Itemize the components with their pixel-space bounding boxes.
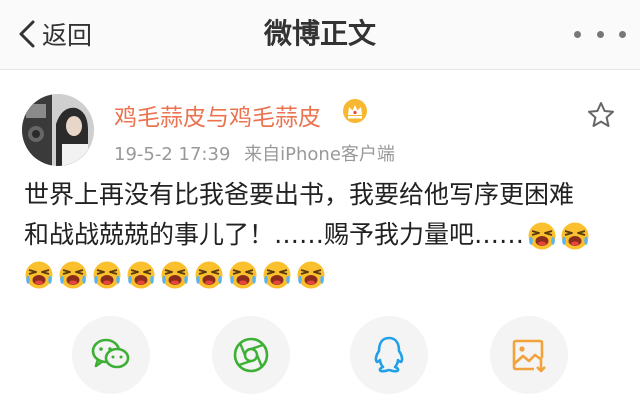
crying-laughing-emoji (195, 261, 223, 289)
crown-icon (343, 99, 367, 123)
post-timestamp: 19-5-2 17:39 (114, 144, 231, 165)
more-dots-icon (574, 30, 581, 38)
post-source: 来自iPhone客户端 (244, 144, 395, 165)
crying-laughing-emoji (263, 261, 291, 289)
share-qq-button[interactable] (350, 316, 428, 394)
crying-laughing-emoji (161, 261, 189, 289)
crying-laughing-emoji (561, 222, 589, 250)
chevron-left-icon (19, 20, 35, 48)
more-options-button[interactable] (574, 22, 626, 46)
back-label: 返回 (42, 21, 93, 50)
post-text-line: 世界上再没有比我爸要出书，我要给他写序更困难 (24, 178, 624, 212)
user-name[interactable]: 鸡毛蒜皮与鸡毛蒜皮 (114, 98, 321, 132)
share-moments-button[interactable] (212, 316, 290, 394)
post-text-2: 和战战兢兢的事儿了！……赐予我力量吧…… (24, 220, 525, 249)
crying-laughing-emoji (25, 261, 53, 289)
post-text-line: 和战战兢兢的事儿了！……赐予我力量吧…… (24, 218, 624, 252)
crying-laughing-emoji (528, 222, 556, 250)
post-header: 鸡毛蒜皮与鸡毛蒜皮 19-5-2 17:39 来自iPhone客户端 (0, 70, 640, 170)
avatar[interactable] (22, 94, 94, 166)
post-text-1: 世界上再没有比我爸要出书，我要给他写序更困难 (24, 180, 575, 209)
avatar-image (22, 94, 94, 166)
crying-laughing-emoji (127, 261, 155, 289)
crying-laughing-emoji (297, 261, 325, 289)
save-image-button[interactable] (490, 316, 568, 394)
page-title: 微博正文 (263, 17, 376, 50)
save-image-icon (512, 339, 546, 373)
share-wechat-button[interactable] (72, 316, 150, 394)
moments-icon (233, 337, 269, 373)
share-bar (0, 310, 640, 400)
crying-laughing-emoji (229, 261, 257, 289)
qq-icon (374, 336, 404, 373)
post-meta: 19-5-2 17:39 来自iPhone客户端 (114, 140, 395, 166)
crying-laughing-emoji (93, 261, 121, 289)
emoji-row (24, 258, 624, 292)
post-content: 世界上再没有比我爸要出书，我要给他写序更困难 和战战兢兢的事儿了！……赐予我力量… (24, 178, 624, 292)
navigation-bar: 返回 微博正文 (0, 0, 640, 70)
back-button[interactable]: 返回 (18, 14, 92, 54)
wechat-icon (91, 338, 130, 369)
crying-laughing-emoji (59, 261, 87, 289)
trailing-emojis (524, 218, 590, 252)
star-outline-icon[interactable] (586, 100, 616, 130)
